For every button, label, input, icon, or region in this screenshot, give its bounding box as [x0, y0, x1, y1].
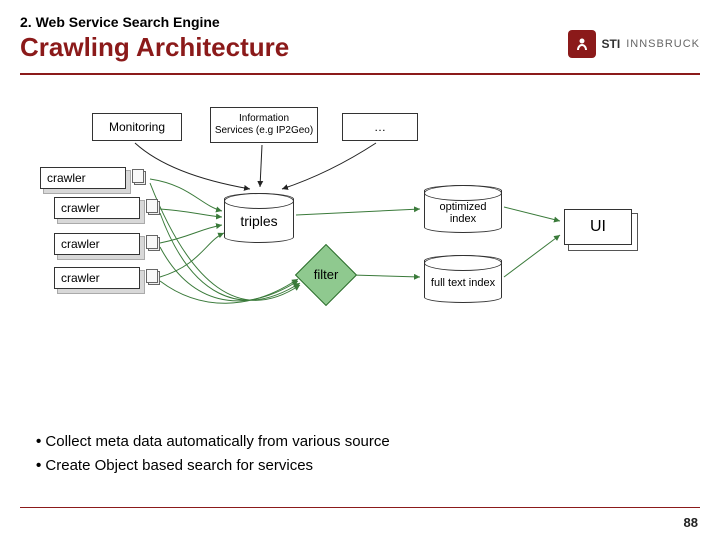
crawler-node: crawler	[54, 267, 140, 289]
section-subtitle: 2. Web Service Search Engine	[20, 14, 700, 30]
pages-icon	[132, 169, 148, 185]
brand-name: STI	[602, 37, 621, 51]
ellipsis-node: …	[342, 113, 418, 141]
monitoring-node: Monitoring	[92, 113, 182, 141]
filter-label: filter	[296, 267, 356, 282]
bullet-list: Collect meta data automatically from var…	[36, 430, 390, 478]
optimized-index-store: optimized index	[424, 185, 502, 233]
ui-node: UI	[564, 209, 632, 245]
pages-icon	[146, 199, 162, 215]
person-icon	[568, 30, 596, 58]
slide-header: 2. Web Service Search Engine Crawling Ar…	[0, 0, 720, 69]
fulltext-index-label: full text index	[431, 277, 495, 289]
crawler-node: crawler	[54, 197, 140, 219]
crawler-label: crawler	[61, 237, 100, 251]
optimized-index-label: optimized index	[425, 201, 501, 225]
crawler-label: crawler	[61, 271, 100, 285]
crawler-label: crawler	[61, 201, 100, 215]
footer-divider	[20, 507, 700, 508]
architecture-diagram: Monitoring Information Services (e.g IP2…	[0, 85, 720, 405]
triples-label: triples	[240, 214, 277, 229]
fulltext-index-store: full text index	[424, 255, 502, 303]
crawler-node: crawler	[40, 167, 126, 189]
brand-logo: STI INNSBRUCK	[568, 30, 700, 58]
brand-sub: INNSBRUCK	[626, 38, 700, 50]
header-divider	[20, 73, 700, 75]
bullet-item: Collect meta data automatically from var…	[36, 430, 390, 454]
info-services-node: Information Services (e.g IP2Geo)	[210, 107, 318, 143]
page-number: 88	[684, 515, 698, 530]
filter-node: filter	[296, 245, 356, 305]
ui-label: UI	[590, 218, 606, 236]
triples-store: triples	[224, 193, 294, 243]
bullet-item: Create Object based search for services	[36, 454, 390, 478]
crawler-node: crawler	[54, 233, 140, 255]
pages-icon	[146, 235, 162, 251]
pages-icon	[146, 269, 162, 285]
crawler-label: crawler	[47, 171, 86, 185]
